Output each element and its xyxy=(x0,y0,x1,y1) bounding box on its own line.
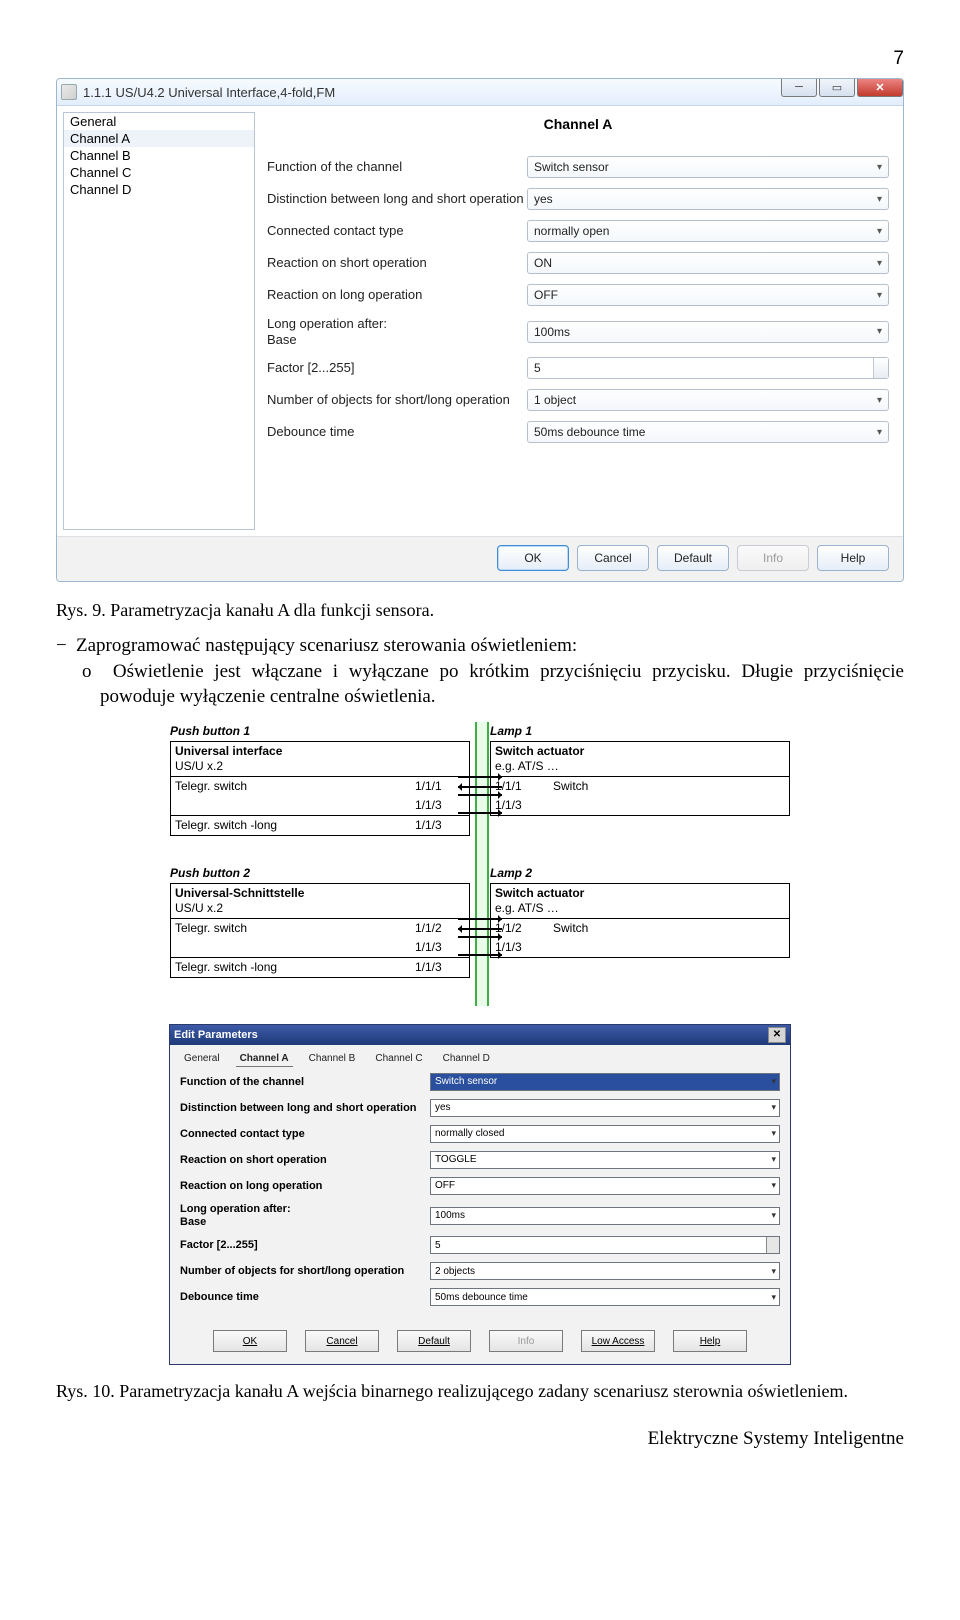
info-button[interactable]: Info xyxy=(737,545,809,571)
close-icon[interactable]: ✕ xyxy=(768,1027,786,1043)
page-number: 7 xyxy=(56,48,904,70)
ep-label: Connected contact type xyxy=(180,1128,430,1141)
ok-button[interactable]: OK xyxy=(497,545,569,571)
param-label: Distinction between long and short opera… xyxy=(267,191,527,207)
sidebar-item-channel-a[interactable]: Channel A xyxy=(64,130,254,147)
ep-select[interactable]: 100ms xyxy=(430,1207,780,1225)
ep-select[interactable]: 2 objects xyxy=(430,1262,780,1280)
ep-ok-button[interactable]: OK xyxy=(213,1330,287,1352)
tab-channel-a[interactable]: Channel A xyxy=(236,1051,293,1067)
tab-general[interactable]: General xyxy=(180,1051,224,1067)
param-spinner[interactable]: 5 xyxy=(527,357,889,379)
param-select[interactable]: 1 object xyxy=(527,389,889,411)
param-label: Number of objects for short/long operati… xyxy=(267,392,527,408)
ep-titlebar: Edit Parameters ✕ xyxy=(170,1025,790,1045)
pb1-title: Push button 1 xyxy=(170,724,470,739)
ep-label: Number of objects for short/long operati… xyxy=(180,1265,430,1278)
ep-default-button[interactable]: Default xyxy=(397,1330,471,1352)
ep-label: Factor [2...255] xyxy=(180,1239,430,1252)
window-title: 1.1.1 US/U4.2 Universal Interface,4-fold… xyxy=(83,85,899,100)
footer-text: Elektryczne Systemy Inteligentne xyxy=(56,1428,904,1450)
param-select[interactable]: normally open xyxy=(527,220,889,242)
tab-channel-b[interactable]: Channel B xyxy=(305,1051,360,1067)
ep-spinner[interactable]: 5 xyxy=(430,1236,780,1254)
ep-label: Reaction on long operation xyxy=(180,1180,430,1193)
pb2-title: Push button 2 xyxy=(170,866,470,881)
lamp2-title: Lamp 2 xyxy=(490,866,790,881)
tab-channel-d[interactable]: Channel D xyxy=(439,1051,494,1067)
ep-label: Distinction between long and short opera… xyxy=(180,1102,430,1115)
lamp1-title: Lamp 1 xyxy=(490,724,790,739)
param-select[interactable]: yes xyxy=(527,188,889,210)
param-label: Debounce time xyxy=(267,424,527,440)
sidebar-item-channel-d[interactable]: Channel D xyxy=(64,181,254,198)
close-button[interactable]: ✕ xyxy=(857,78,903,97)
ep-select[interactable]: OFF xyxy=(430,1177,780,1195)
ep-info-button[interactable]: Info xyxy=(489,1330,563,1352)
tab-channel-c[interactable]: Channel C xyxy=(371,1051,426,1067)
figure-caption-9: Rys. 9. Parametryzacja kanału A dla funk… xyxy=(56,600,904,621)
window-icon xyxy=(61,84,77,100)
ep-lowaccess-button[interactable]: Low Access xyxy=(581,1330,655,1352)
ep-select[interactable]: 50ms debounce time xyxy=(430,1288,780,1306)
param-label: Reaction on long operation xyxy=(267,287,527,303)
param-label: Function of the channel xyxy=(267,159,527,175)
cancel-button[interactable]: Cancel xyxy=(577,545,649,571)
ep-select[interactable]: Switch sensor xyxy=(430,1073,780,1091)
minimize-button[interactable]: ─ xyxy=(781,78,817,97)
maximize-button[interactable]: ▭ xyxy=(819,78,855,97)
sidebar-list[interactable]: General Channel A Channel B Channel C Ch… xyxy=(63,112,255,530)
ep-cancel-button[interactable]: Cancel xyxy=(305,1330,379,1352)
body-text: −Zaprogramować następujący scenariusz st… xyxy=(56,633,904,710)
param-label: Connected contact type xyxy=(267,223,527,239)
figure-caption-10: Rys. 10. Parametryzacja kanału A wejścia… xyxy=(56,1381,904,1402)
ep-label: Reaction on short operation xyxy=(180,1154,430,1167)
param-select[interactable]: 50ms debounce time xyxy=(527,421,889,443)
edit-parameters-dialog: Edit Parameters ✕ General Channel A Chan… xyxy=(169,1024,791,1365)
ep-select[interactable]: TOGGLE xyxy=(430,1151,780,1169)
sidebar-item-general[interactable]: General xyxy=(64,113,254,130)
param-select[interactable]: ON xyxy=(527,252,889,274)
titlebar: 1.1.1 US/U4.2 Universal Interface,4-fold… xyxy=(57,79,903,106)
param-label: Long operation after: Base xyxy=(267,316,527,347)
help-button[interactable]: Help xyxy=(817,545,889,571)
ep-select[interactable]: yes xyxy=(430,1099,780,1117)
param-label: Reaction on short operation xyxy=(267,255,527,271)
signal-diagram: Push button 1 Universal interfaceUS/U x.… xyxy=(170,722,790,1006)
sidebar-item-channel-c[interactable]: Channel C xyxy=(64,164,254,181)
panel-title: Channel A xyxy=(267,116,889,132)
ep-label: Function of the channel xyxy=(180,1076,430,1089)
ep-label: Debounce time xyxy=(180,1291,430,1304)
ep-select[interactable]: normally closed xyxy=(430,1125,780,1143)
param-label: Factor [2...255] xyxy=(267,360,527,376)
ep-label: Long operation after: Base xyxy=(180,1203,430,1228)
ets-dialog: 1.1.1 US/U4.2 Universal Interface,4-fold… xyxy=(56,78,904,582)
param-select[interactable]: OFF xyxy=(527,284,889,306)
sidebar-item-channel-b[interactable]: Channel B xyxy=(64,147,254,164)
param-select[interactable]: Switch sensor xyxy=(527,156,889,178)
ep-help-button[interactable]: Help xyxy=(673,1330,747,1352)
default-button[interactable]: Default xyxy=(657,545,729,571)
param-select[interactable]: 100ms xyxy=(527,321,889,343)
